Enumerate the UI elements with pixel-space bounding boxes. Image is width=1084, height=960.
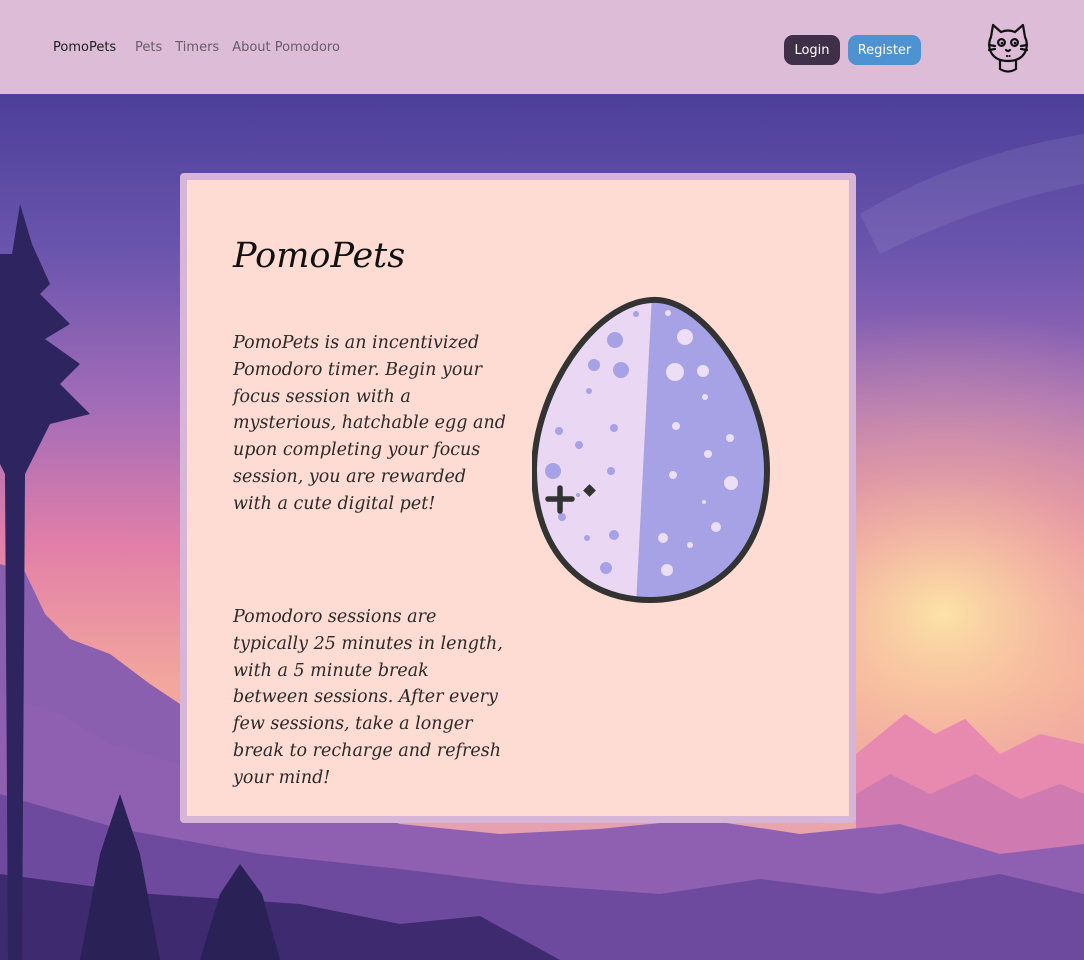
cat-icon[interactable] [986,21,1030,75]
register-button[interactable]: Register [848,35,921,65]
intro-paragraph: PomoPets is an incentivized Pomodoro tim… [233,333,506,514]
nav-link-about-pomodoro[interactable]: About Pomodoro [232,40,340,55]
navbar: PomoPets Pets Timers About Pomodoro Logi… [0,0,1084,94]
nav-links: Pets Timers About Pomodoro [135,40,340,55]
pomodoro-paragraph: Pomodoro sessions are typically 25 minut… [233,607,503,788]
page-title: PomoPets [233,236,406,276]
nav-link-pets[interactable]: Pets [135,40,162,55]
login-button[interactable]: Login [784,35,840,65]
intro-card: PomoPets PomoPets is an incentivized Pom… [180,173,856,823]
egg-icon [532,296,771,604]
brand-link[interactable]: PomoPets [53,40,116,55]
nav-link-timers[interactable]: Timers [175,40,219,55]
